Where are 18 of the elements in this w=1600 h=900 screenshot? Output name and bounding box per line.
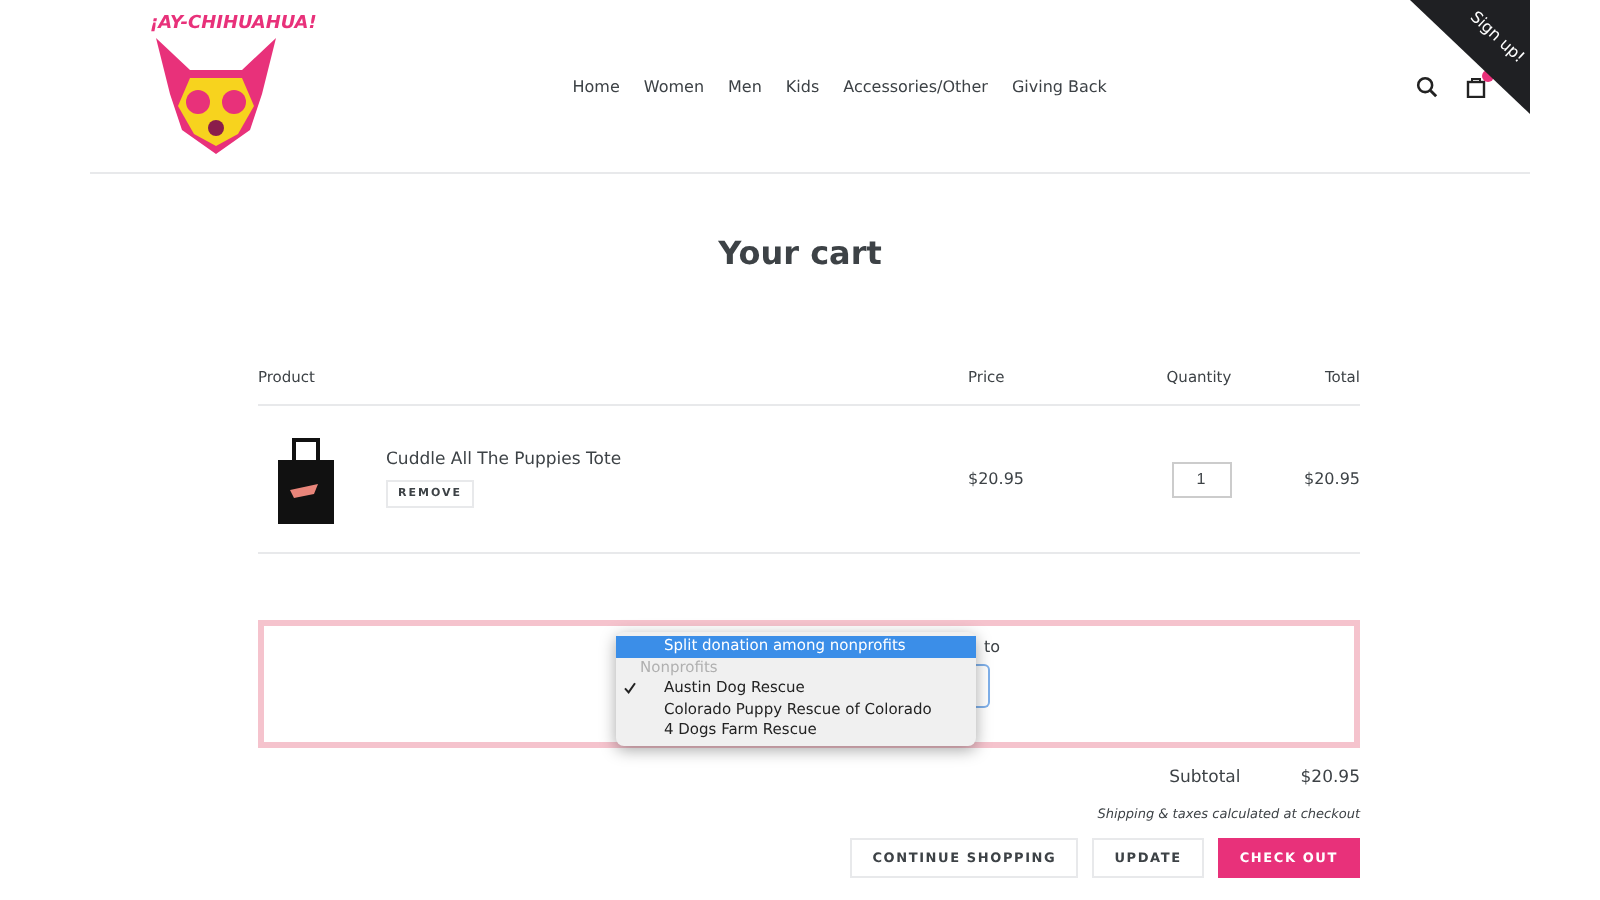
total-cell-text: $20.95	[1302, 470, 1360, 488]
logo-text[interactable]: ¡AY-CHIHUAHUA!	[150, 14, 317, 34]
page-title: Your cart	[716, 234, 884, 272]
nav-link[interactable]: Women	[643, 77, 705, 95]
tote-bag-photo	[278, 435, 334, 523]
price-cell-text: $20.95	[968, 470, 1026, 488]
quantity-field[interactable]: 1	[1171, 461, 1231, 497]
nav-link[interactable]: Kids	[785, 77, 820, 95]
nav-link[interactable]: Accessories/Other	[843, 77, 988, 95]
search-icon[interactable]	[1416, 75, 1438, 97]
shopping-bag-icon[interactable]	[1466, 75, 1486, 97]
nav-link[interactable]: Men	[728, 77, 762, 95]
product-name[interactable]: Cuddle All The Puppies Tote	[386, 450, 622, 470]
subtotal-value: $20.95	[1300, 768, 1360, 788]
nav-link[interactable]: Home	[572, 77, 620, 95]
nav-link[interactable]: Giving Back	[1011, 77, 1107, 95]
subtotal-label: Subtotal	[1169, 768, 1241, 788]
donation-label: to	[984, 638, 1001, 656]
